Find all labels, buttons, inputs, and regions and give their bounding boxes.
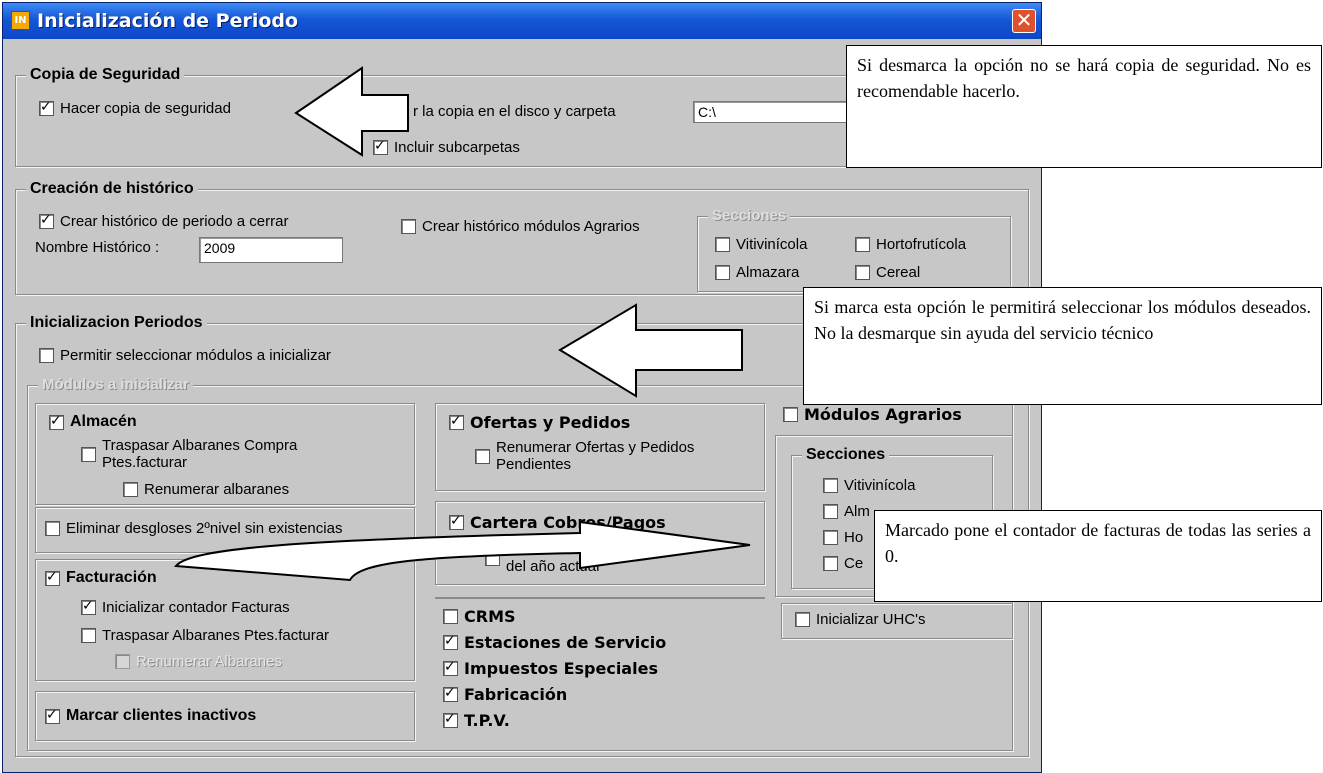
checkbox-icon	[401, 219, 416, 234]
renumerar-ofertas-line2: Pendientes	[496, 456, 572, 473]
borrar-line1: Borrar m	[506, 541, 565, 558]
sec-almazara-checkbox[interactable]: Alm	[823, 503, 870, 520]
cartera-cobros-pagos-checkbox[interactable]: Cartera Cobros/Pagos	[449, 513, 666, 532]
tpv-checkbox[interactable]: T.P.V.	[443, 711, 510, 730]
hist-vitivinicola-checkbox[interactable]: Vitivinícola	[715, 236, 807, 253]
check-icon	[45, 707, 60, 724]
check-icon	[449, 413, 464, 430]
callout-contador-facturas: Marcado pone el contador de facturas de …	[874, 510, 1322, 602]
checkbox-icon	[715, 265, 730, 280]
checkbox-icon	[475, 449, 490, 464]
check-icon	[449, 513, 464, 530]
check-icon	[443, 711, 458, 728]
sec-hortofruticola-checkbox[interactable]: Ho	[823, 529, 863, 546]
traspasar-line2: Ptes.facturar	[102, 454, 188, 471]
callout-permitir-seleccionar: Si marca esta opción le permitirá selecc…	[803, 287, 1322, 405]
checkbox-icon	[45, 521, 60, 536]
checkbox-icon	[123, 482, 138, 497]
hist-cereal-checkbox[interactable]: Cereal	[855, 264, 920, 281]
close-button[interactable]: ✕	[1012, 9, 1036, 33]
carpeta-path-input[interactable]: C:\	[693, 101, 853, 123]
checkbox-icon	[715, 237, 730, 252]
crms-separator	[435, 597, 765, 599]
impuestos-especiales-checkbox[interactable]: Impuestos Especiales	[443, 659, 658, 678]
checkbox-icon	[823, 478, 838, 493]
modulos-agrarios-checkbox[interactable]: Módulos Agrarios	[783, 405, 962, 424]
checkbox-icon	[81, 447, 96, 462]
checkbox-icon	[823, 556, 838, 571]
almacen-checkbox[interactable]: Almacén	[49, 413, 137, 431]
renumerar-ofertas-checkbox[interactable]: Renumerar Ofertas y Pedidos Pendientes	[475, 439, 694, 473]
check-icon	[39, 212, 54, 229]
checkbox-icon	[855, 237, 870, 252]
disco-carpeta-label: r la copia en el disco y carpeta	[413, 103, 616, 120]
borrar-saldados-checkbox[interactable]: Borrar m saldados del año actual	[485, 541, 671, 575]
borrar-line1b: saldados	[610, 541, 671, 558]
check-icon	[39, 99, 54, 116]
nombre-historico-label: Nombre Histórico :	[35, 239, 160, 256]
marcar-clientes-inactivos-checkbox[interactable]: Marcar clientes inactivos	[45, 707, 256, 725]
crear-historico-agrarios-checkbox[interactable]: Crear histórico módulos Agrarios	[401, 218, 640, 235]
checkbox-icon	[823, 530, 838, 545]
crear-historico-periodo-checkbox[interactable]: Crear histórico de periodo a cerrar	[39, 212, 288, 230]
check-icon	[443, 659, 458, 676]
checkbox-icon	[39, 348, 54, 363]
traspasar-albaranes-ptes-checkbox[interactable]: Traspasar Albaranes Ptes.facturar	[81, 627, 329, 644]
checkbox-icon	[795, 612, 810, 627]
traspasar-line1: Traspasar Albaranes Compra	[102, 437, 298, 454]
check-icon	[373, 138, 388, 155]
creacion-historico-legend: Creación de histórico	[26, 180, 198, 198]
checkbox-icon	[485, 551, 500, 566]
facturacion-checkbox[interactable]: Facturación	[45, 569, 157, 587]
modulos-inicializar-legend: Módulos a inicializar	[38, 376, 193, 393]
renumerar-albaranes-fact-checkbox: Renumerar Albaranes	[115, 653, 282, 670]
checkbox-icon	[823, 504, 838, 519]
copia-seguridad-legend: Copia de Seguridad	[26, 66, 185, 84]
traspasar-albaranes-compra-checkbox[interactable]: Traspasar Albaranes Compra Ptes.facturar	[81, 437, 297, 471]
nombre-historico-input[interactable]: 2009	[199, 237, 343, 263]
checkbox-icon	[855, 265, 870, 280]
hist-hortofruticola-checkbox[interactable]: Hortofrutícola	[855, 236, 966, 253]
crms-checkbox[interactable]: CRMS	[443, 607, 516, 626]
inicializar-contador-facturas-checkbox[interactable]: Inicializar contador Facturas	[81, 598, 290, 616]
checkbox-icon	[81, 628, 96, 643]
hacer-copia-checkbox[interactable]: Hacer copia de seguridad	[39, 99, 231, 117]
window-title: Inicialización de Periodo	[37, 10, 299, 32]
hist-almazara-checkbox[interactable]: Almazara	[715, 264, 799, 281]
borrar-line2: del año actual	[506, 558, 600, 575]
inicializacion-periodos-legend: Inicializacion Periodos	[26, 314, 207, 332]
checkbox-icon	[783, 407, 798, 422]
app-icon: IN	[11, 11, 30, 30]
eliminar-desgloses-checkbox[interactable]: Eliminar desgloses 2ºnivel sin existenci…	[45, 520, 342, 537]
callout-copia-seguridad: Si desmarca la opción no se hará copia d…	[846, 45, 1322, 168]
permitir-seleccionar-checkbox[interactable]: Permitir seleccionar módulos a inicializ…	[39, 347, 331, 364]
checkbox-icon	[115, 654, 130, 669]
agrarios-secciones-legend: Secciones	[802, 446, 890, 464]
checkbox-icon	[443, 609, 458, 624]
check-icon	[81, 598, 96, 615]
check-icon	[49, 413, 64, 430]
inicializar-uhc-checkbox[interactable]: Inicializar UHC's	[795, 611, 926, 628]
estaciones-servicio-checkbox[interactable]: Estaciones de Servicio	[443, 633, 666, 652]
historico-secciones-legend: Secciones	[708, 207, 791, 224]
title-bar[interactable]: IN Inicialización de Periodo ✕	[3, 3, 1041, 39]
sec-cereal-checkbox[interactable]: Ce	[823, 555, 863, 572]
check-icon	[443, 633, 458, 650]
ofertas-pedidos-checkbox[interactable]: Ofertas y Pedidos	[449, 413, 630, 432]
sec-vitivinicola-checkbox[interactable]: Vitivinícola	[823, 477, 915, 494]
check-icon	[45, 569, 60, 586]
renumerar-albaranes-checkbox[interactable]: Renumerar albaranes	[123, 481, 289, 498]
incluir-subcarpetas-checkbox[interactable]: Incluir subcarpetas	[373, 138, 520, 156]
check-icon	[443, 685, 458, 702]
renumerar-ofertas-line1: Renumerar Ofertas y Pedidos	[496, 439, 695, 456]
fabricacion-checkbox[interactable]: Fabricación	[443, 685, 567, 704]
